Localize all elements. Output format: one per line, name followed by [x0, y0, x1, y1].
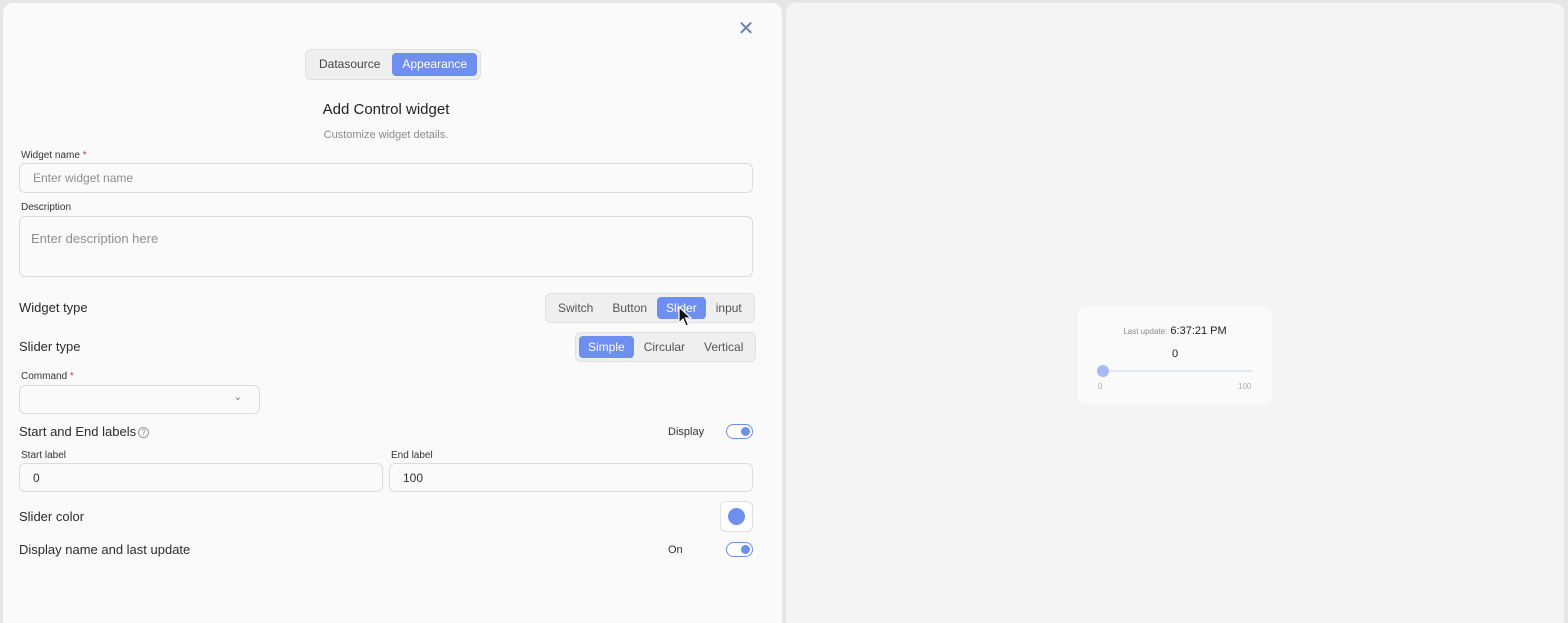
slider-color-picker[interactable] [720, 501, 753, 532]
tab-appearance[interactable]: Appearance [392, 53, 478, 76]
display-name-label: Display name and last update [19, 542, 191, 557]
end-label-label: End label [391, 450, 433, 461]
preview-panel: Last update: 6:37:21 PM 0 0 100 [786, 3, 1564, 623]
slider-type-vertical[interactable]: Vertical [695, 336, 752, 358]
widget-type-segmented: Switch Button Slider input [545, 293, 755, 323]
slider-thumb[interactable] [1097, 365, 1109, 377]
close-icon[interactable]: ✕ [736, 19, 756, 39]
widget-name-input[interactable] [19, 163, 753, 193]
start-end-labels-label: Start and End labels? [19, 424, 150, 439]
widget-type-switch[interactable]: Switch [549, 297, 602, 319]
chevron-down-icon: ⌄ [233, 392, 242, 403]
help-icon[interactable]: ? [138, 427, 150, 438]
slider-widget-preview: Last update: 6:37:21 PM 0 0 100 [1078, 306, 1272, 405]
slider-type-simple[interactable]: Simple [579, 336, 634, 358]
slider-max-label: 100 [1238, 382, 1252, 391]
widget-type-label: Widget type [19, 300, 88, 315]
slider-color-label: Slider color [19, 509, 85, 524]
slider-track[interactable] [1098, 370, 1252, 372]
page-subtitle: Customize widget details. [323, 129, 449, 141]
slider-value: 0 [1171, 348, 1179, 360]
color-swatch [728, 508, 745, 525]
command-select[interactable]: ⌄ [19, 385, 260, 414]
toggle-knob [741, 426, 750, 436]
command-label: Command * [21, 371, 74, 382]
display-name-toggle[interactable] [726, 542, 753, 557]
description-label: Description [21, 202, 72, 213]
display-name-state: On [668, 544, 683, 556]
display-labels-toggle[interactable] [726, 424, 753, 439]
slider-type-label: Slider type [19, 339, 81, 354]
display-label: Display [668, 426, 705, 438]
slider-type-segmented: Simple Circular Vertical [575, 332, 757, 362]
widget-name-label: Widget name * [21, 150, 87, 161]
tab-datasource[interactable]: Datasource [309, 53, 390, 76]
slider-min-label: 0 [1098, 382, 1103, 391]
widget-type-button[interactable]: Button [603, 297, 656, 319]
slider-type-circular[interactable]: Circular [635, 336, 694, 358]
widget-config-panel: ✕ Datasource Appearance Add Control widg… [3, 3, 782, 623]
start-label-input[interactable] [19, 463, 383, 492]
last-update: Last update: 6:37:21 PM [1123, 325, 1227, 337]
description-textarea[interactable] [19, 216, 753, 277]
mouse-cursor-icon [678, 306, 692, 327]
page-title: Add Control widget [322, 101, 450, 118]
toggle-knob [741, 544, 750, 554]
start-label-label: Start label [21, 450, 67, 461]
widget-type-input[interactable]: input [707, 297, 751, 319]
end-label-input[interactable] [389, 463, 753, 492]
config-tabs: Datasource Appearance [305, 49, 482, 80]
